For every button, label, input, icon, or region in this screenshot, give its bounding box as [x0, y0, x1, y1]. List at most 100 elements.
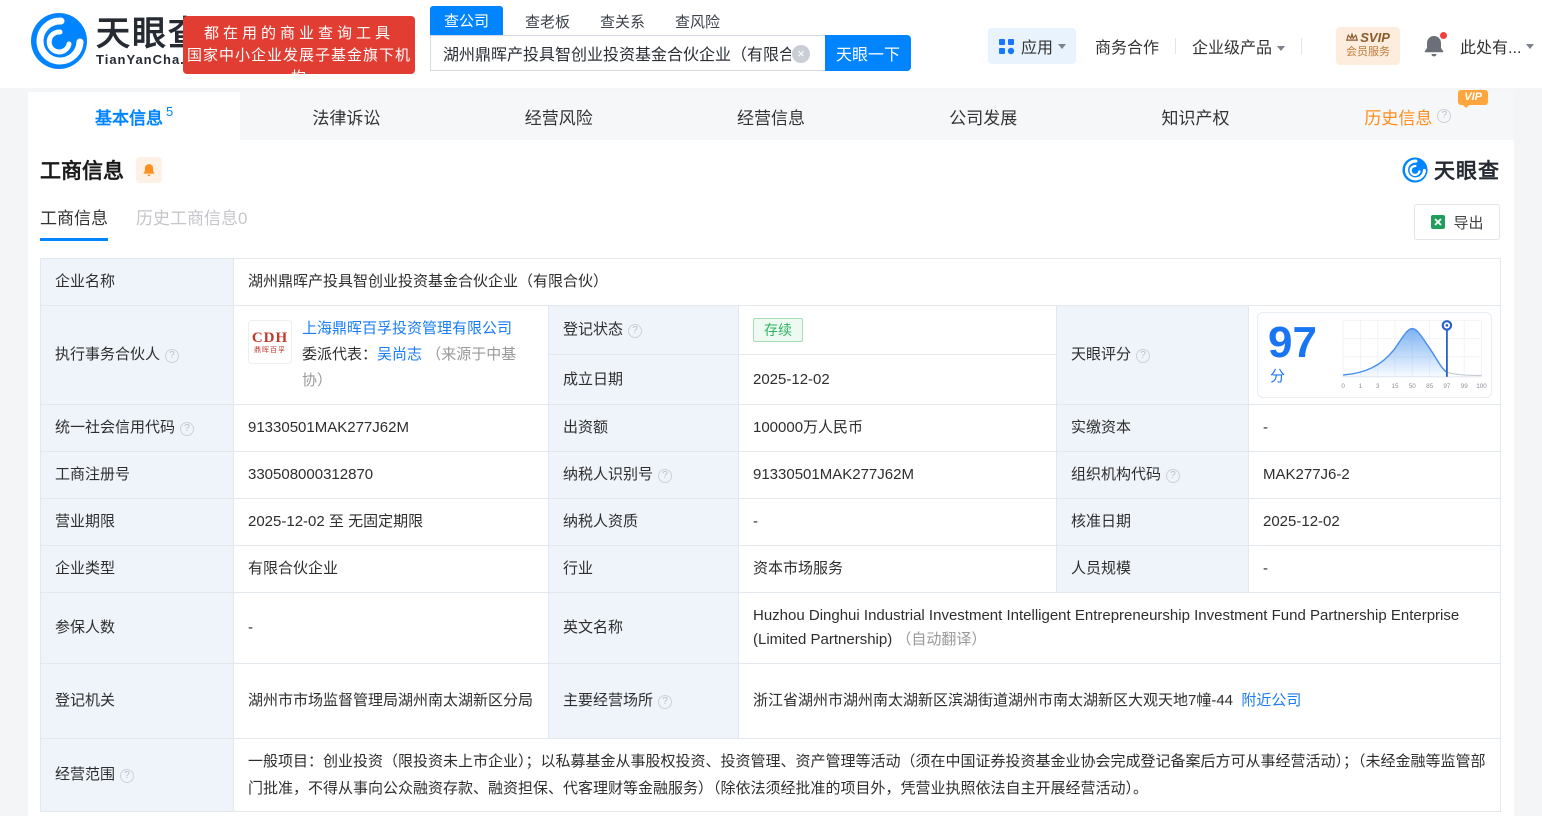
score-card: 97分 0 1 3 15 50 85 97 99 100: [1257, 312, 1493, 398]
help-icon[interactable]: [1437, 109, 1452, 123]
help-icon[interactable]: [1166, 469, 1181, 483]
field-label: 主要经营场所: [548, 663, 739, 739]
capital-value: 100000万人民币: [738, 404, 1057, 452]
help-icon[interactable]: [165, 349, 180, 363]
crown-icon: [1346, 33, 1359, 41]
svg-text:50: 50: [1409, 383, 1417, 390]
field-label: 组织机构代码: [1056, 451, 1249, 499]
divider: [1175, 38, 1177, 54]
tab-intellectual-property[interactable]: 知识产权: [1089, 92, 1301, 140]
tab-operating-risk[interactable]: 经营风险: [453, 92, 665, 140]
insured-value: -: [233, 592, 549, 664]
field-label: 出资额: [548, 404, 739, 452]
search-area: 查公司 查老板 查关系 查风险 天眼一下: [430, 6, 911, 71]
table-row: 统一社会信用代码 91330501MAK277J62M 出资额 100000万人…: [40, 404, 1502, 452]
field-label: 天眼评分: [1056, 305, 1249, 405]
tab-operating-info[interactable]: 经营信息: [665, 92, 877, 140]
company-name: 湖州鼎晖产投具智创业投资基金合伙企业（有限合伙）: [232, 258, 1502, 306]
paid-capital-value: -: [1247, 404, 1502, 452]
monitor-bell-button[interactable]: [136, 157, 162, 183]
help-icon[interactable]: [658, 695, 673, 709]
apps-menu[interactable]: 应用: [988, 28, 1077, 64]
clear-search-icon[interactable]: [792, 45, 810, 63]
tianyancha-watermark: 天眼查: [1402, 155, 1500, 185]
notification-red-dot: [1439, 31, 1449, 40]
chevron-down-icon: [1526, 43, 1535, 49]
main-tabbar: 基本信息 5 法律诉讼 经营风险 经营信息 公司发展 知识产权 历史信息 VIP: [28, 90, 1514, 140]
field-label: 纳税人识别号: [548, 451, 739, 499]
help-icon[interactable]: [658, 469, 673, 483]
nav-business-cooperation[interactable]: 商务合作: [1095, 34, 1159, 58]
svip-membership-badge[interactable]: SVIP 会员服务: [1336, 27, 1401, 65]
tab-basic-info[interactable]: 基本信息 5: [28, 92, 241, 140]
table-row: 营业期限 2025-12-02 至 无固定期限 纳税人资质 - 核准日期 202…: [40, 498, 1502, 546]
help-icon[interactable]: [180, 422, 195, 436]
search-tab-boss[interactable]: 查老板: [525, 8, 570, 35]
field-label: 经营范围: [40, 738, 234, 812]
staff-size-value: -: [1247, 545, 1502, 593]
help-icon[interactable]: [628, 324, 643, 338]
tianyan-score-cell: 97分 0 1 3 15 50 85 97 99 100: [1247, 305, 1502, 405]
help-icon[interactable]: [120, 769, 135, 783]
vip-badge: VIP: [1458, 90, 1488, 108]
divider: [1301, 38, 1303, 54]
svg-text:15: 15: [1392, 383, 1400, 390]
help-icon[interactable]: [1136, 349, 1151, 363]
notifications-bell-icon[interactable]: [1422, 31, 1449, 58]
table-row: 工商注册号 330508000312870 纳税人识别号 91330501MAK…: [40, 451, 1502, 499]
field-label: 人员规模: [1056, 545, 1249, 593]
divider: [1085, 38, 1086, 54]
executive-partner-link[interactable]: 上海鼎晖百孚投资管理有限公司: [302, 320, 512, 337]
field-label: 统一社会信用代码: [40, 404, 234, 452]
section-header: 工商信息 天眼查: [40, 150, 1500, 190]
field-label: 登记机关: [40, 663, 234, 739]
nav-enterprise-products[interactable]: 企业级产品: [1192, 34, 1286, 58]
chevron-down-icon: [1277, 46, 1286, 52]
search-tab-relation[interactable]: 查关系: [600, 8, 645, 35]
svg-text:100: 100: [1476, 383, 1487, 390]
brand-slogan-badge: 都在用的商业查询工具 国家中小企业发展子基金旗下机构: [183, 16, 415, 86]
chevron-down-icon: [1058, 43, 1067, 49]
company-type-value: 有限合伙企业: [233, 545, 549, 593]
table-row: 企业类型 有限合伙企业 行业 资本市场服务 人员规模 -: [40, 545, 1502, 593]
search-tab-company[interactable]: 查公司: [430, 6, 504, 35]
business-address-value: 浙江省湖州市湖州南太湖新区滨湖街道湖州市南太湖新区大观天地7幢-44 附近公司: [737, 663, 1502, 739]
field-label: 成立日期: [548, 354, 739, 405]
export-button[interactable]: 导出: [1414, 204, 1500, 240]
field-label: 行业: [548, 545, 739, 593]
sub-tabbar: 工商信息 历史工商信息0 导出: [40, 202, 1500, 242]
field-label: 英文名称: [548, 592, 739, 664]
subtab-business-info[interactable]: 工商信息: [40, 204, 108, 241]
business-info-table: 企业名称 湖州鼎晖产投具智创业投资基金合伙企业（有限合伙） 执行事务合伙人 CD…: [40, 258, 1502, 812]
field-label: 参保人数: [40, 592, 234, 664]
field-label: 企业类型: [40, 545, 234, 593]
company-detail-card: 基本信息 5 法律诉讼 经营风险 经营信息 公司发展 知识产权 历史信息 VIP…: [28, 90, 1514, 816]
tab-history-info[interactable]: 历史信息 VIP: [1302, 90, 1514, 140]
field-label: 实缴资本: [1056, 404, 1249, 452]
registration-status: 存续: [738, 305, 1057, 355]
search-button[interactable]: 天眼一下: [825, 35, 911, 71]
svg-text:0: 0: [1341, 383, 1345, 390]
tab-legal-proceedings[interactable]: 法律诉讼: [240, 92, 452, 140]
search-tab-risk[interactable]: 查风险: [675, 8, 720, 35]
delegate-link[interactable]: 吴尚志: [377, 346, 422, 363]
field-label: 登记状态: [548, 305, 739, 355]
tab-count-badge: 5: [166, 103, 174, 119]
reg-no-value: 330508000312870: [233, 451, 549, 499]
taxpayer-id-value: 91330501MAK277J62M: [738, 451, 1057, 499]
tianyancha-watermark-icon: [1402, 157, 1428, 183]
table-row: 参保人数 - 英文名称 Huzhou Dinghui Industrial In…: [40, 592, 1502, 664]
org-code-value: MAK277J6-2: [1247, 451, 1502, 499]
user-menu[interactable]: 此处有...: [1460, 34, 1535, 58]
svg-text:99: 99: [1461, 383, 1469, 390]
nearby-companies-link[interactable]: 附近公司: [1241, 692, 1301, 709]
table-row: 经营范围 一般项目：创业投资（限投资未上市企业）；以私募基金从事股权投资、投资管…: [40, 738, 1502, 812]
search-input[interactable]: [430, 35, 825, 71]
subtab-history-business-info[interactable]: 历史工商信息0: [136, 204, 247, 241]
business-term-value: 2025-12-02 至 无固定期限: [233, 498, 549, 546]
bell-icon: [143, 164, 155, 177]
field-label: 纳税人资质: [548, 498, 739, 546]
svg-text:1: 1: [1359, 383, 1363, 390]
establish-date: 2025-12-02: [738, 354, 1057, 405]
tab-company-development[interactable]: 公司发展: [877, 92, 1089, 140]
